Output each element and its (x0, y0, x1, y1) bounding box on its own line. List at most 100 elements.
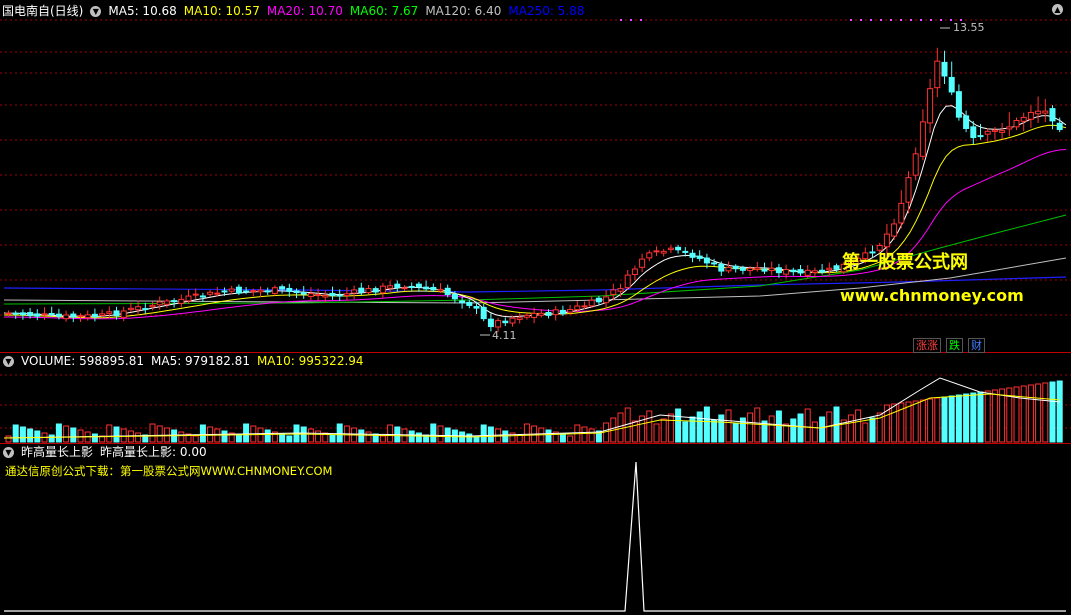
chevron-down-icon[interactable]: ▼ (3, 446, 14, 458)
candle-body (34, 313, 41, 317)
volume-bar (149, 423, 156, 443)
volume-bar (235, 434, 242, 443)
candle-body (747, 267, 754, 272)
candle-body (221, 290, 228, 293)
candle-body (149, 304, 156, 308)
volume-panel-header: ▼ VOLUME: 598895.81 MA5: 979182.81 MA10:… (0, 353, 371, 369)
candle-body (934, 60, 941, 89)
candle-body (768, 267, 775, 272)
candle-body (883, 233, 890, 248)
volume-bar (948, 395, 955, 443)
volume-bar (545, 429, 552, 443)
volume-bar (63, 425, 70, 443)
formula-name: 昨高量长上影 (21, 445, 94, 459)
volume-bar (1027, 384, 1034, 443)
volume-bar (588, 428, 595, 443)
candle-body (819, 269, 826, 273)
candle-body (660, 250, 667, 254)
volume-ma5-label: MA5: 979182.81 (151, 354, 250, 368)
candle-body (106, 311, 113, 314)
volume-bar (19, 426, 26, 443)
candle-body (19, 312, 26, 316)
volume-bar (1042, 382, 1049, 443)
candle-body (27, 312, 34, 317)
candle-body (567, 308, 574, 313)
volume-bar (667, 413, 674, 443)
volume-bar (790, 418, 797, 443)
volume-bar (927, 398, 934, 443)
candle-body (581, 305, 588, 308)
candle-body (495, 320, 502, 328)
volume-label: VOLUME: 598895.81 (21, 354, 144, 368)
signal-dot (630, 19, 632, 21)
candle-body (99, 313, 106, 316)
stock-chart[interactable] (0, 0, 1071, 615)
candle-body (415, 283, 422, 288)
candle-body (703, 257, 710, 264)
volume-bar (5, 435, 12, 443)
volume-bar (984, 390, 991, 443)
candle-body (48, 312, 55, 315)
volume-bar (869, 417, 876, 443)
candle-body (761, 268, 768, 272)
volume-bar (991, 389, 998, 443)
candle-body (70, 313, 77, 318)
volume-bar (135, 432, 142, 443)
volume-bar (55, 423, 62, 443)
volume-bar (34, 430, 41, 443)
volume-bar (747, 412, 754, 443)
volume-bar (567, 435, 574, 443)
candle-body (473, 306, 480, 309)
candle-body (689, 252, 696, 258)
candle-body (63, 314, 70, 320)
candle-body (142, 308, 149, 311)
volume-bar (430, 423, 437, 443)
volume-bar (891, 403, 898, 443)
chevron-down-icon[interactable]: ▼ (3, 355, 14, 367)
candle-body (955, 91, 962, 118)
signal-dot (950, 19, 952, 21)
volume-bar (725, 409, 732, 443)
volume-bar (156, 425, 163, 443)
volume-bar (675, 408, 682, 443)
candle-body (329, 292, 336, 297)
volume-bar (718, 414, 725, 443)
candle-body (91, 313, 98, 318)
candle-body (1013, 119, 1020, 128)
signal-dot (850, 19, 852, 21)
candle-body (437, 288, 444, 292)
candle-body (207, 291, 214, 295)
candle-body (135, 306, 142, 311)
candle-body (487, 318, 494, 328)
volume-bar (999, 388, 1006, 443)
volume-bar (77, 429, 84, 443)
formula-line (4, 461, 1066, 612)
candle-body (898, 202, 905, 224)
candle-body (466, 301, 473, 306)
candle-body (214, 292, 221, 295)
candle-body (271, 287, 278, 294)
candle-body (293, 290, 300, 294)
badge-finance[interactable]: 财 (968, 338, 985, 353)
badge-rise[interactable]: 涨涨 (913, 338, 941, 353)
volume-bar (336, 423, 343, 443)
candle-body (711, 262, 718, 265)
volume-bar (653, 423, 660, 443)
volume-bar (970, 392, 977, 443)
candle-body (970, 126, 977, 139)
candle-body (603, 296, 610, 304)
candle-body (667, 247, 674, 251)
candle-body (948, 76, 955, 93)
candle-body (358, 287, 365, 293)
candle-body (783, 269, 790, 275)
candle-body (991, 129, 998, 132)
volume-bar (919, 399, 926, 443)
volume-bar (415, 432, 422, 443)
candle-body (999, 130, 1006, 133)
candle-body (646, 252, 653, 259)
signal-dot (890, 19, 892, 21)
candle-body (1006, 126, 1013, 130)
volume-bar (696, 411, 703, 443)
volume-bar (27, 428, 34, 443)
badge-fall[interactable]: 跌 (946, 338, 963, 353)
